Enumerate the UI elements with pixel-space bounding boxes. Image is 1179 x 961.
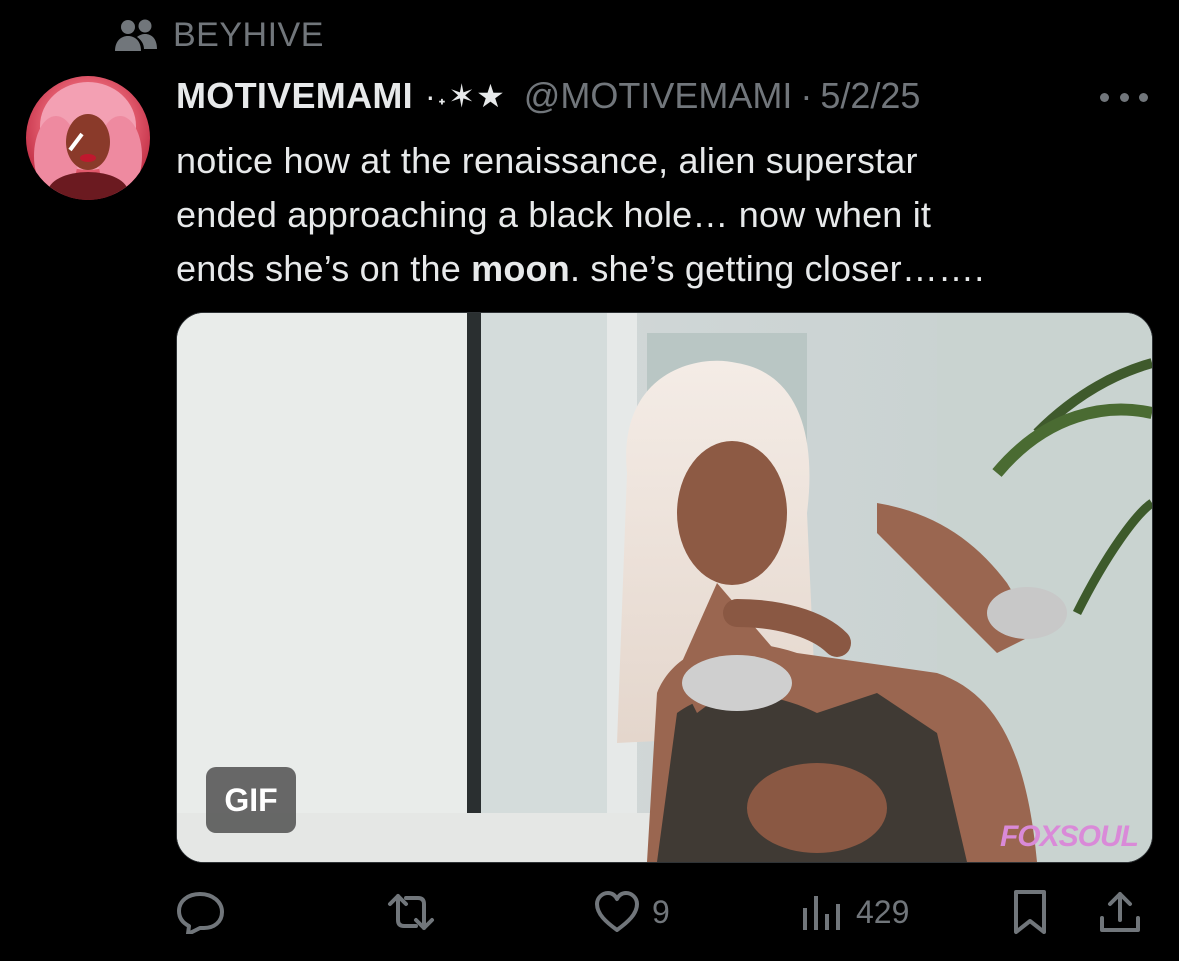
like-count: 9 [652, 893, 670, 930]
gif-frame-image [177, 313, 1152, 862]
tweet-text-bold-word: moon [471, 248, 570, 289]
tweet-header: MOTIVEMAMI ·˖✶★ @MOTIVEMAMI · 5/2/25 [176, 74, 920, 118]
avatar[interactable] [26, 76, 150, 200]
retweet-icon [384, 890, 438, 934]
reply-button[interactable] [176, 880, 238, 944]
heart-icon [594, 890, 640, 934]
community-people-icon [113, 17, 159, 55]
sparkle-star-emoji: ·˖✶★ [424, 78, 506, 114]
community-header[interactable]: BEYHIVE [113, 16, 324, 55]
tweet-date[interactable]: 5/2/25 [820, 74, 920, 118]
separator-dot: · [800, 75, 813, 116]
tweet-text-line-3-start: ends she’s on the [176, 248, 472, 289]
avatar-image [34, 82, 142, 200]
reply-icon [176, 890, 226, 934]
views-count: 429 [856, 893, 910, 930]
share-button[interactable] [1098, 880, 1142, 944]
more-options-icon[interactable] [1100, 82, 1148, 112]
views-button[interactable]: 429 [800, 880, 909, 944]
tweet-text-line-2: ended approaching a black hole… now when… [176, 194, 932, 235]
foxsoul-watermark: FOXSOUL [999, 820, 1139, 853]
bookmark-icon [1010, 888, 1050, 936]
views-chart-icon [800, 890, 844, 934]
tweet-text-line-3-end: . she’s getting closer……. [569, 248, 985, 289]
community-label: BEYHIVE [173, 16, 324, 54]
gif-badge: GIF [206, 767, 296, 833]
bookmark-button[interactable] [1010, 880, 1050, 944]
retweet-button[interactable] [384, 880, 450, 944]
tweet-text-line-3: ends she’s on the moon. she’s getting cl… [176, 242, 1156, 296]
action-bar: 9 429 [0, 880, 1179, 944]
like-button[interactable]: 9 [594, 880, 670, 944]
tweet-text-line-1: notice how at the renaissance, alien sup… [176, 140, 918, 181]
display-name[interactable]: MOTIVEMAMI [176, 74, 413, 118]
tweet-page: BEYHIVE MOTIVEMAMI ·˖✶★ @MOTIVEMAMI · 5/… [0, 0, 1179, 961]
share-icon [1098, 888, 1142, 936]
user-handle[interactable]: @MOTIVEMAMI [524, 74, 793, 118]
tweet-text: notice how at the renaissance, alien sup… [176, 134, 1156, 296]
tweet-gif-media[interactable]: GIF FOXSOUL [176, 312, 1153, 863]
